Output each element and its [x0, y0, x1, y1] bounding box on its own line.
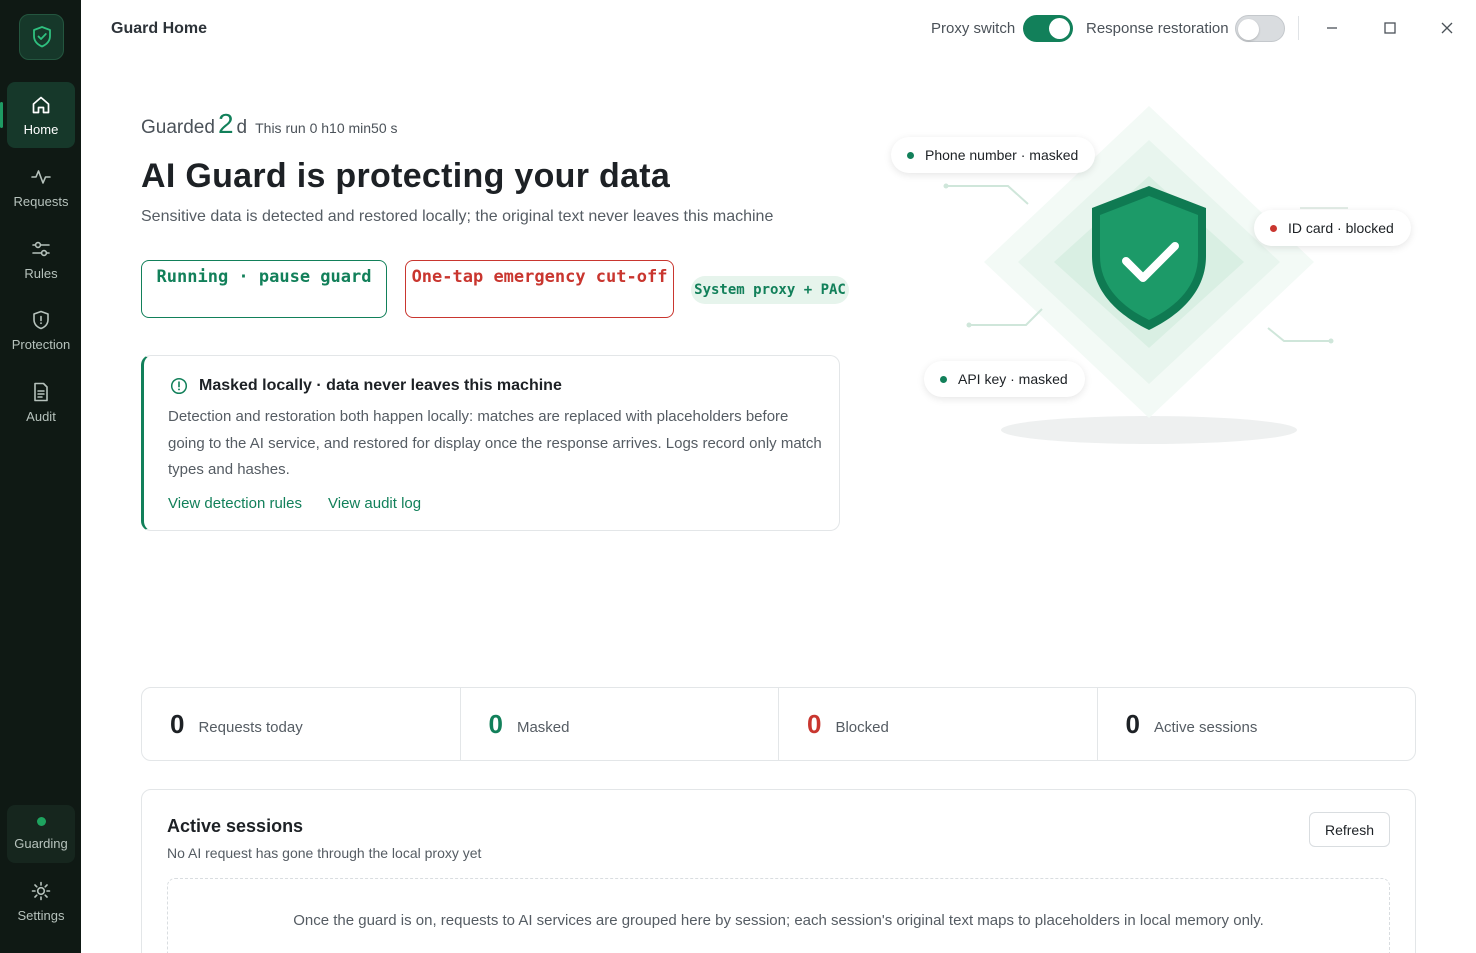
- info-card: Masked locally · data never leaves this …: [141, 355, 840, 531]
- active-sessions-panel: Active sessions No AI request has gone t…: [141, 789, 1416, 953]
- protection-illustration: Phone number · masked ID card · blocked …: [880, 100, 1440, 460]
- sidebar-item-label: Settings: [17, 907, 65, 923]
- stat-value: 0: [170, 708, 185, 739]
- status-dot-icon: [1270, 224, 1277, 232]
- stat-requests-today: 0 Requests today: [142, 688, 461, 760]
- minimize-icon: [1327, 27, 1337, 29]
- status-dot-icon: [907, 151, 914, 159]
- window-title: Guard Home: [111, 20, 208, 37]
- id-card-status-bubble: ID card · blocked: [1254, 210, 1411, 246]
- divider: [1298, 16, 1299, 40]
- proxy-mode-badge: System proxy + PAC: [691, 276, 849, 304]
- view-audit-log-link[interactable]: View audit log: [328, 495, 421, 512]
- home-icon: [32, 96, 50, 113]
- document-icon: [34, 382, 48, 401]
- guard-status-indicator: Guarding: [7, 805, 75, 863]
- stats-bar: 0 Requests today 0 Masked 0 Blocked 0 Ac…: [141, 687, 1416, 761]
- sidebar-item-label: Requests: [13, 193, 69, 209]
- close-icon: [1441, 22, 1453, 34]
- guarded-unit: d: [236, 117, 248, 138]
- status-dot-icon: [940, 375, 947, 383]
- info-card-body: Detection and restoration both happen lo…: [168, 408, 822, 478]
- response-restoration-toggle[interactable]: [1235, 15, 1285, 42]
- info-card-title: Masked locally · data never leaves this …: [170, 377, 562, 395]
- status-dot-icon: [36, 817, 46, 826]
- stat-label: Masked: [516, 718, 570, 736]
- sidebar-item-home[interactable]: Home: [0, 82, 75, 148]
- proxy-switch-label: Proxy switch: [931, 20, 1016, 37]
- maximize-button[interactable]: [1376, 14, 1404, 42]
- proxy-switch-toggle[interactable]: [1023, 15, 1073, 42]
- sidebar-item-settings[interactable]: Settings: [7, 868, 75, 934]
- stat-label: Blocked: [835, 718, 889, 736]
- api-key-status-bubble: API key · masked: [924, 361, 1085, 397]
- bubble-label: API key · masked: [958, 371, 1068, 387]
- response-restoration-label: Response restoration: [1086, 20, 1229, 37]
- sidebar-item-audit[interactable]: Audit: [7, 369, 75, 435]
- emergency-cutoff-button[interactable]: One-tap emergency cut-off: [405, 260, 674, 318]
- stat-label: Active sessions: [1153, 718, 1258, 736]
- sidebar-item-label: Home: [23, 121, 59, 137]
- stat-value: 0: [1125, 708, 1140, 739]
- sidebar-item-rules[interactable]: Rules: [7, 226, 75, 292]
- sidebar-item-protection[interactable]: Protection: [7, 297, 75, 363]
- guarded-days: 2: [217, 108, 234, 139]
- info-icon: [170, 377, 188, 395]
- app-logo: [19, 14, 64, 60]
- info-card-title-text: Masked locally · data never leaves this …: [199, 377, 562, 394]
- stat-masked: 0 Masked: [461, 688, 779, 760]
- minimize-button[interactable]: [1318, 14, 1346, 42]
- sessions-empty-state: Once the guard is on, requests to AI ser…: [167, 878, 1390, 953]
- view-detection-rules-link[interactable]: View detection rules: [168, 495, 302, 512]
- close-button[interactable]: [1433, 14, 1461, 42]
- this-run-duration: This run 0 h10 min50 s: [255, 120, 398, 136]
- sessions-title: Active sessions: [167, 816, 304, 836]
- page-subtitle: Sensitive data is detected and restored …: [141, 208, 774, 225]
- phone-number-status-bubble: Phone number · masked: [891, 137, 1096, 173]
- sidebar: Home Requests Rules Protection Audit Gua…: [0, 0, 81, 953]
- sidebar-item-requests[interactable]: Requests: [7, 154, 75, 220]
- pause-guard-button[interactable]: Running · pause guard: [141, 260, 387, 318]
- guard-status-label: Guarding: [14, 836, 68, 851]
- activity-icon: [31, 169, 51, 184]
- maximize-icon: [1384, 22, 1396, 34]
- bubble-label: Phone number · masked: [925, 147, 1079, 163]
- empty-state-text: Once the guard is on, requests to AI ser…: [293, 912, 1264, 929]
- sidebar-item-label: Protection: [11, 336, 71, 352]
- guarded-prefix: Guarded: [141, 117, 215, 138]
- sidebar-item-label: Audit: [26, 408, 56, 424]
- shield-icon: [33, 310, 49, 329]
- sliders-icon: [32, 241, 50, 256]
- stat-value: 0: [488, 708, 503, 739]
- refresh-button[interactable]: Refresh: [1309, 812, 1390, 847]
- guarded-duration: Guarded 2 d This run 0 h10 min50 s: [141, 108, 398, 140]
- sessions-subtitle: No AI request has gone through the local…: [167, 845, 482, 861]
- stat-active-sessions: 0 Active sessions: [1098, 688, 1416, 760]
- stat-blocked: 0 Blocked: [779, 688, 1098, 760]
- page-title: AI Guard is protecting your data: [141, 157, 671, 195]
- sidebar-item-label: Rules: [24, 265, 58, 281]
- stat-label: Requests today: [198, 718, 303, 736]
- shield-check-icon: [32, 26, 51, 48]
- stat-value: 0: [807, 708, 822, 739]
- bubble-label: ID card · blocked: [1288, 220, 1394, 236]
- gear-icon: [31, 881, 51, 900]
